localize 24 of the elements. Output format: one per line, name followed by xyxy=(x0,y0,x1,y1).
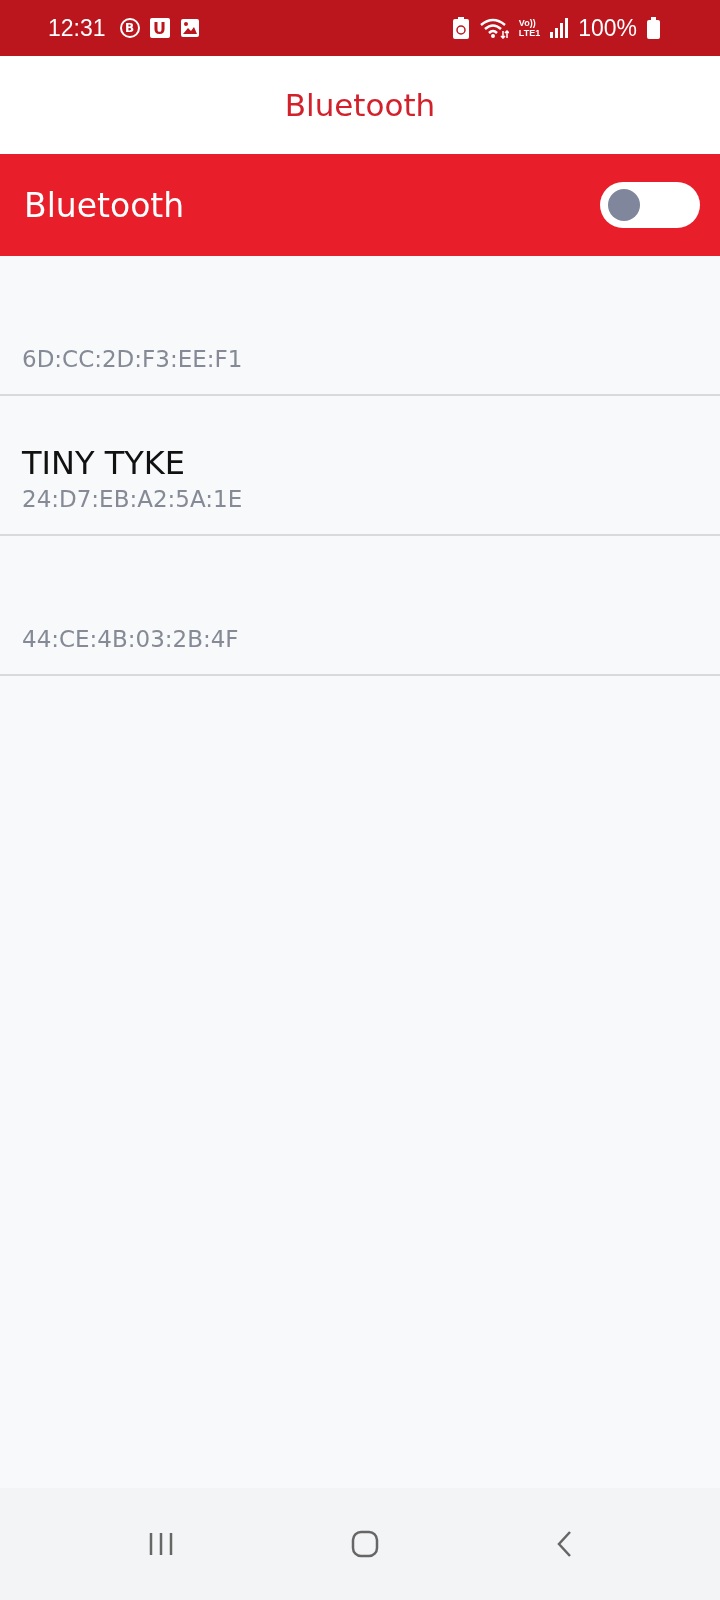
back-icon[interactable] xyxy=(555,1530,572,1558)
device-name: TINY TYKE xyxy=(22,444,186,482)
image-icon xyxy=(179,18,200,38)
device-row[interactable]: 44:CE:4B:03:2B:4F xyxy=(0,536,720,676)
battery-saver-icon xyxy=(452,17,469,39)
device-row[interactable]: 6D:CC:2D:F3:EE:F1 xyxy=(0,256,720,396)
device-address: 24:D7:EB:A2:5A:1E xyxy=(22,486,244,512)
battery-icon xyxy=(647,17,660,39)
device-row[interactable]: TINY TYKE 24:D7:EB:A2:5A:1E xyxy=(0,396,720,536)
battery-percentage: 100% xyxy=(578,14,637,42)
wifi-icon xyxy=(478,17,509,39)
device-address: 44:CE:4B:03:2B:4F xyxy=(22,626,240,652)
bluetooth-label: Bluetooth xyxy=(24,185,185,225)
signal-icon xyxy=(550,18,569,38)
notification-icon: B xyxy=(119,18,140,38)
bluetooth-toggle[interactable] xyxy=(600,182,700,228)
notification-icon: U xyxy=(149,18,170,38)
recent-apps-icon[interactable] xyxy=(148,1532,175,1556)
home-icon[interactable] xyxy=(351,1530,379,1558)
network-type-label: LTE1 xyxy=(518,28,541,38)
status-time: 12:31 xyxy=(48,14,106,42)
device-address: 6D:CC:2D:F3:EE:F1 xyxy=(22,346,244,372)
page-title: Bluetooth xyxy=(284,87,436,123)
network-type-label: Vo)) xyxy=(518,18,537,28)
